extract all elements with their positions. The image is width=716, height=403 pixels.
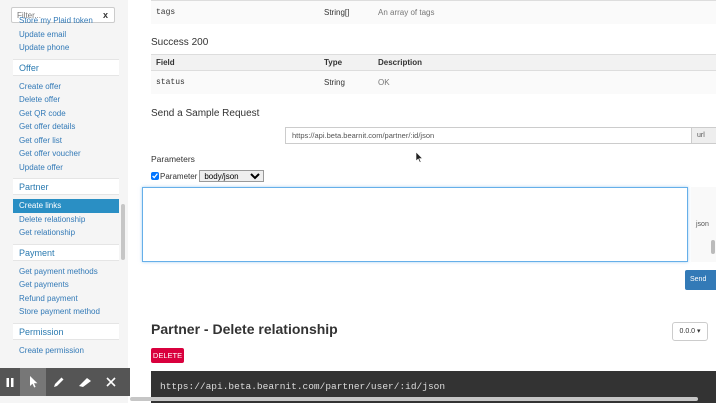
sidebar-nav: Store my Plaid token Update email Update… (13, 16, 119, 358)
main-scrollbar[interactable] (711, 240, 715, 254)
sidebar-item-store-payment-method[interactable]: Store payment method (13, 305, 119, 319)
sidebar-item-get-offer-list[interactable]: Get offer list (13, 134, 119, 148)
table-row: status String OK (151, 70, 716, 94)
send-button[interactable]: Send (685, 270, 716, 290)
sidebar-item-delete-offer[interactable]: Delete offer (13, 93, 119, 107)
pause-button[interactable] (0, 368, 20, 396)
horizontal-scrollbar[interactable] (130, 397, 698, 401)
main-content: tags String[] An array of tags Success 2… (130, 0, 716, 403)
field-cell: status (151, 70, 319, 94)
section-title: Partner - Delete relationship (151, 321, 338, 337)
success-title: Success 200 (151, 37, 209, 48)
header-description: Description (373, 54, 716, 71)
sidebar-item-get-payment-methods[interactable]: Get payment methods (13, 265, 119, 279)
parameter-checkbox[interactable] (151, 172, 159, 180)
sidebar-item-update-offer[interactable]: Update offer (13, 161, 119, 175)
annotation-toolbar (0, 368, 130, 396)
request-body-textarea[interactable] (142, 187, 688, 262)
header-type: Type (319, 54, 373, 71)
table-header: Field Type Description (151, 54, 716, 71)
parameters-label: Parameters (151, 154, 195, 164)
sidebar-section-partner[interactable]: Partner (13, 178, 119, 195)
sidebar-section-payment[interactable]: Payment (13, 243, 119, 261)
close-toolbar-button[interactable] (98, 368, 124, 396)
parameter-row: Parameter body/json (151, 170, 265, 182)
type-cell: String[] (319, 0, 373, 24)
pointer-icon (29, 376, 37, 388)
success-table: Field Type Description status String OK (151, 54, 716, 94)
sidebar-item-create-links[interactable]: Create links (13, 199, 119, 213)
header-field: Field (151, 54, 319, 71)
sidebar-item-get-relationship[interactable]: Get relationship (13, 226, 119, 240)
sidebar-item-delete-relationship[interactable]: Delete relationship (13, 213, 119, 227)
pause-icon (6, 377, 14, 387)
pen-tool-button[interactable] (46, 368, 72, 396)
sample-url-input[interactable]: https://api.beta.bearnit.com/partner/:id… (285, 127, 692, 144)
sidebar-item-get-qr-code[interactable]: Get QR code (13, 107, 119, 121)
sidebar: x Store my Plaid token Update email Upda… (0, 0, 128, 403)
parameter-checkbox-label: Parameter (160, 171, 198, 181)
table-row: tags String[] An array of tags (151, 0, 716, 24)
type-cell: String (319, 70, 373, 94)
parameter-type-select[interactable]: body/json (199, 170, 265, 182)
url-addon: url (691, 127, 716, 144)
sidebar-section-offer[interactable]: Offer (13, 58, 119, 76)
close-icon (106, 377, 116, 387)
sidebar-item-create-offer[interactable]: Create offer (13, 80, 119, 94)
version-dropdown[interactable]: 0.0.0 ▾ (672, 322, 708, 341)
parameters-table: tags String[] An array of tags (151, 0, 716, 24)
sidebar-item-store-plaid-token[interactable]: Store my Plaid token (13, 14, 119, 28)
highlighter-tool-button[interactable] (72, 368, 98, 396)
method-badge: DELETE (151, 348, 184, 363)
sidebar-item-update-email[interactable]: Update email (13, 28, 119, 42)
sample-request-title: Send a Sample Request (151, 108, 260, 119)
sidebar-section-permission[interactable]: Permission (13, 322, 119, 340)
description-cell: OK (373, 70, 716, 94)
mouse-cursor-icon (416, 152, 423, 163)
select-tool-button[interactable] (20, 368, 46, 396)
description-cell: An array of tags (373, 0, 716, 24)
sidebar-scrollbar[interactable] (121, 204, 125, 260)
field-cell: tags (151, 0, 319, 24)
sidebar-item-get-payments[interactable]: Get payments (13, 278, 119, 292)
sidebar-item-refund-payment[interactable]: Refund payment (13, 292, 119, 306)
sidebar-item-create-permission[interactable]: Create permission (13, 344, 119, 358)
sidebar-item-get-offer-voucher[interactable]: Get offer voucher (13, 147, 119, 161)
sidebar-item-get-offer-details[interactable]: Get offer details (13, 120, 119, 134)
sidebar-item-update-phone[interactable]: Update phone (13, 41, 119, 55)
highlighter-icon (79, 378, 91, 387)
pen-icon (54, 377, 64, 387)
